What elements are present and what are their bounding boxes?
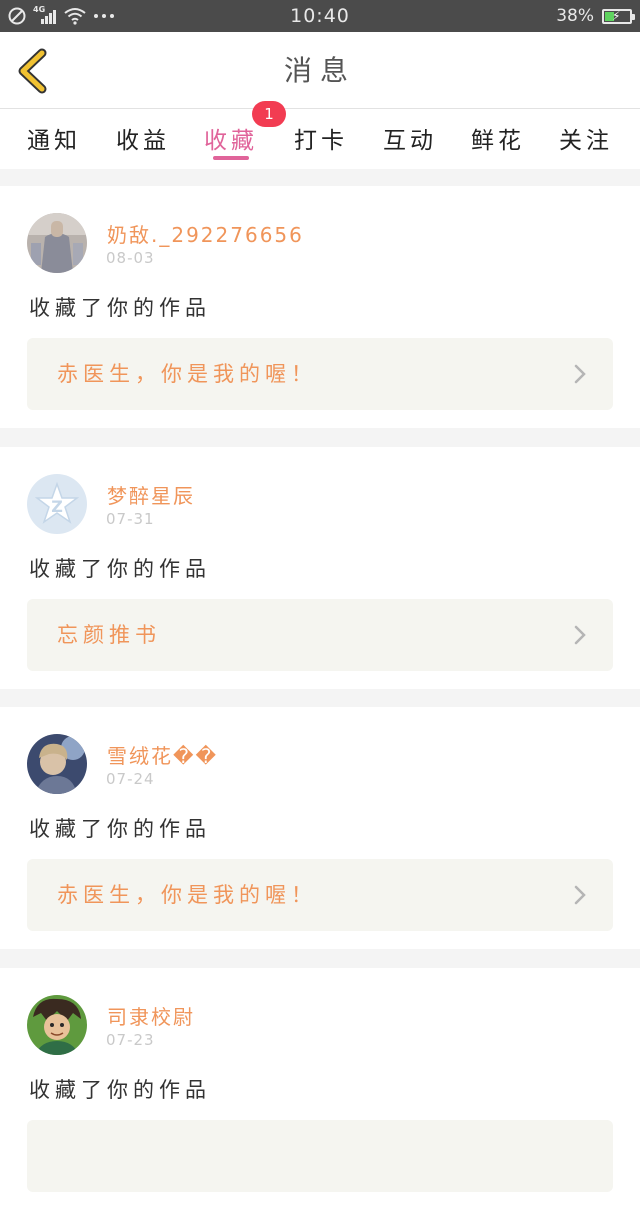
work-title: 赤医生，你是我的喔！ <box>57 883 317 907</box>
tab-label: 收藏 <box>204 128 258 154</box>
battery-percent: 38% <box>556 6 594 26</box>
work-title: 忘颜推书 <box>57 623 161 647</box>
charging-icon: ⚡ <box>612 8 621 23</box>
message-action: 收藏了你的作品 <box>29 817 211 841</box>
username[interactable]: 梦醉星辰 <box>107 480 195 509</box>
status-bar: 4G 10:40 38% ⚡ <box>0 0 640 32</box>
message-date: 07-31 <box>106 510 155 528</box>
unread-badge: 1 <box>252 101 286 127</box>
tab-follows[interactable]: 关注 <box>546 109 626 169</box>
message-date: 07-24 <box>106 770 155 788</box>
status-time: 10:40 <box>290 5 350 27</box>
username[interactable]: 司隶校尉 <box>107 1001 195 1030</box>
tab-label: 关注 <box>559 128 613 154</box>
work-link[interactable]: 忘颜推书 <box>27 599 613 671</box>
header: 消息 <box>0 32 640 109</box>
tab-checkin[interactable]: 打卡 <box>281 109 361 169</box>
avatar[interactable] <box>27 734 87 794</box>
page-title: 消息 <box>283 54 356 87</box>
work-link[interactable]: 赤医生，你是我的喔！ <box>27 859 613 931</box>
message-card: 司隶校尉 07-23 收藏了你的作品 <box>0 968 640 1210</box>
work-link[interactable]: 赤医生，你是我的喔！ <box>27 338 613 410</box>
work-title: 赤医生，你是我的喔！ <box>57 362 317 386</box>
tab-label: 互动 <box>383 128 437 154</box>
tab-label: 打卡 <box>294 128 348 154</box>
message-card: 奶敌._292276656 08-03 收藏了你的作品 赤医生，你是我的喔！ <box>0 186 640 428</box>
message-date: 08-03 <box>106 249 155 267</box>
active-tab-indicator <box>213 156 249 160</box>
status-icons-right: 38% ⚡ <box>556 0 635 32</box>
username[interactable]: 奶敌._292276656 <box>107 219 304 248</box>
tab-label: 鲜花 <box>471 128 525 154</box>
avatar[interactable] <box>27 995 87 1055</box>
work-link[interactable] <box>27 1120 613 1192</box>
tab-label: 通知 <box>27 128 81 154</box>
avatar[interactable] <box>27 213 87 273</box>
svg-text:Z: Z <box>51 497 63 516</box>
chevron-right-icon <box>574 885 586 905</box>
chevron-right-icon <box>574 364 586 384</box>
message-card: 雪绒花�� 07-24 收藏了你的作品 赤医生，你是我的喔！ <box>0 707 640 949</box>
message-card: Z 梦醉星辰 07-31 收藏了你的作品 忘颜推书 <box>0 447 640 689</box>
avatar[interactable]: Z <box>27 474 87 534</box>
battery-icon: ⚡ <box>602 8 635 24</box>
tab-bar: 通知 收益 收藏 打卡 互动 鲜花 关注 <box>0 109 640 169</box>
chevron-right-icon <box>574 625 586 645</box>
tab-earnings[interactable]: 收益 <box>103 109 183 169</box>
tab-notifications[interactable]: 通知 <box>14 109 94 169</box>
message-action: 收藏了你的作品 <box>29 296 211 320</box>
message-date: 07-23 <box>106 1031 155 1049</box>
username[interactable]: 雪绒花�� <box>107 740 218 769</box>
tab-label: 收益 <box>116 128 170 154</box>
message-action: 收藏了你的作品 <box>29 1078 211 1102</box>
tab-flowers[interactable]: 鲜花 <box>458 109 538 169</box>
message-action: 收藏了你的作品 <box>29 557 211 581</box>
tab-interactions[interactable]: 互动 <box>370 109 450 169</box>
